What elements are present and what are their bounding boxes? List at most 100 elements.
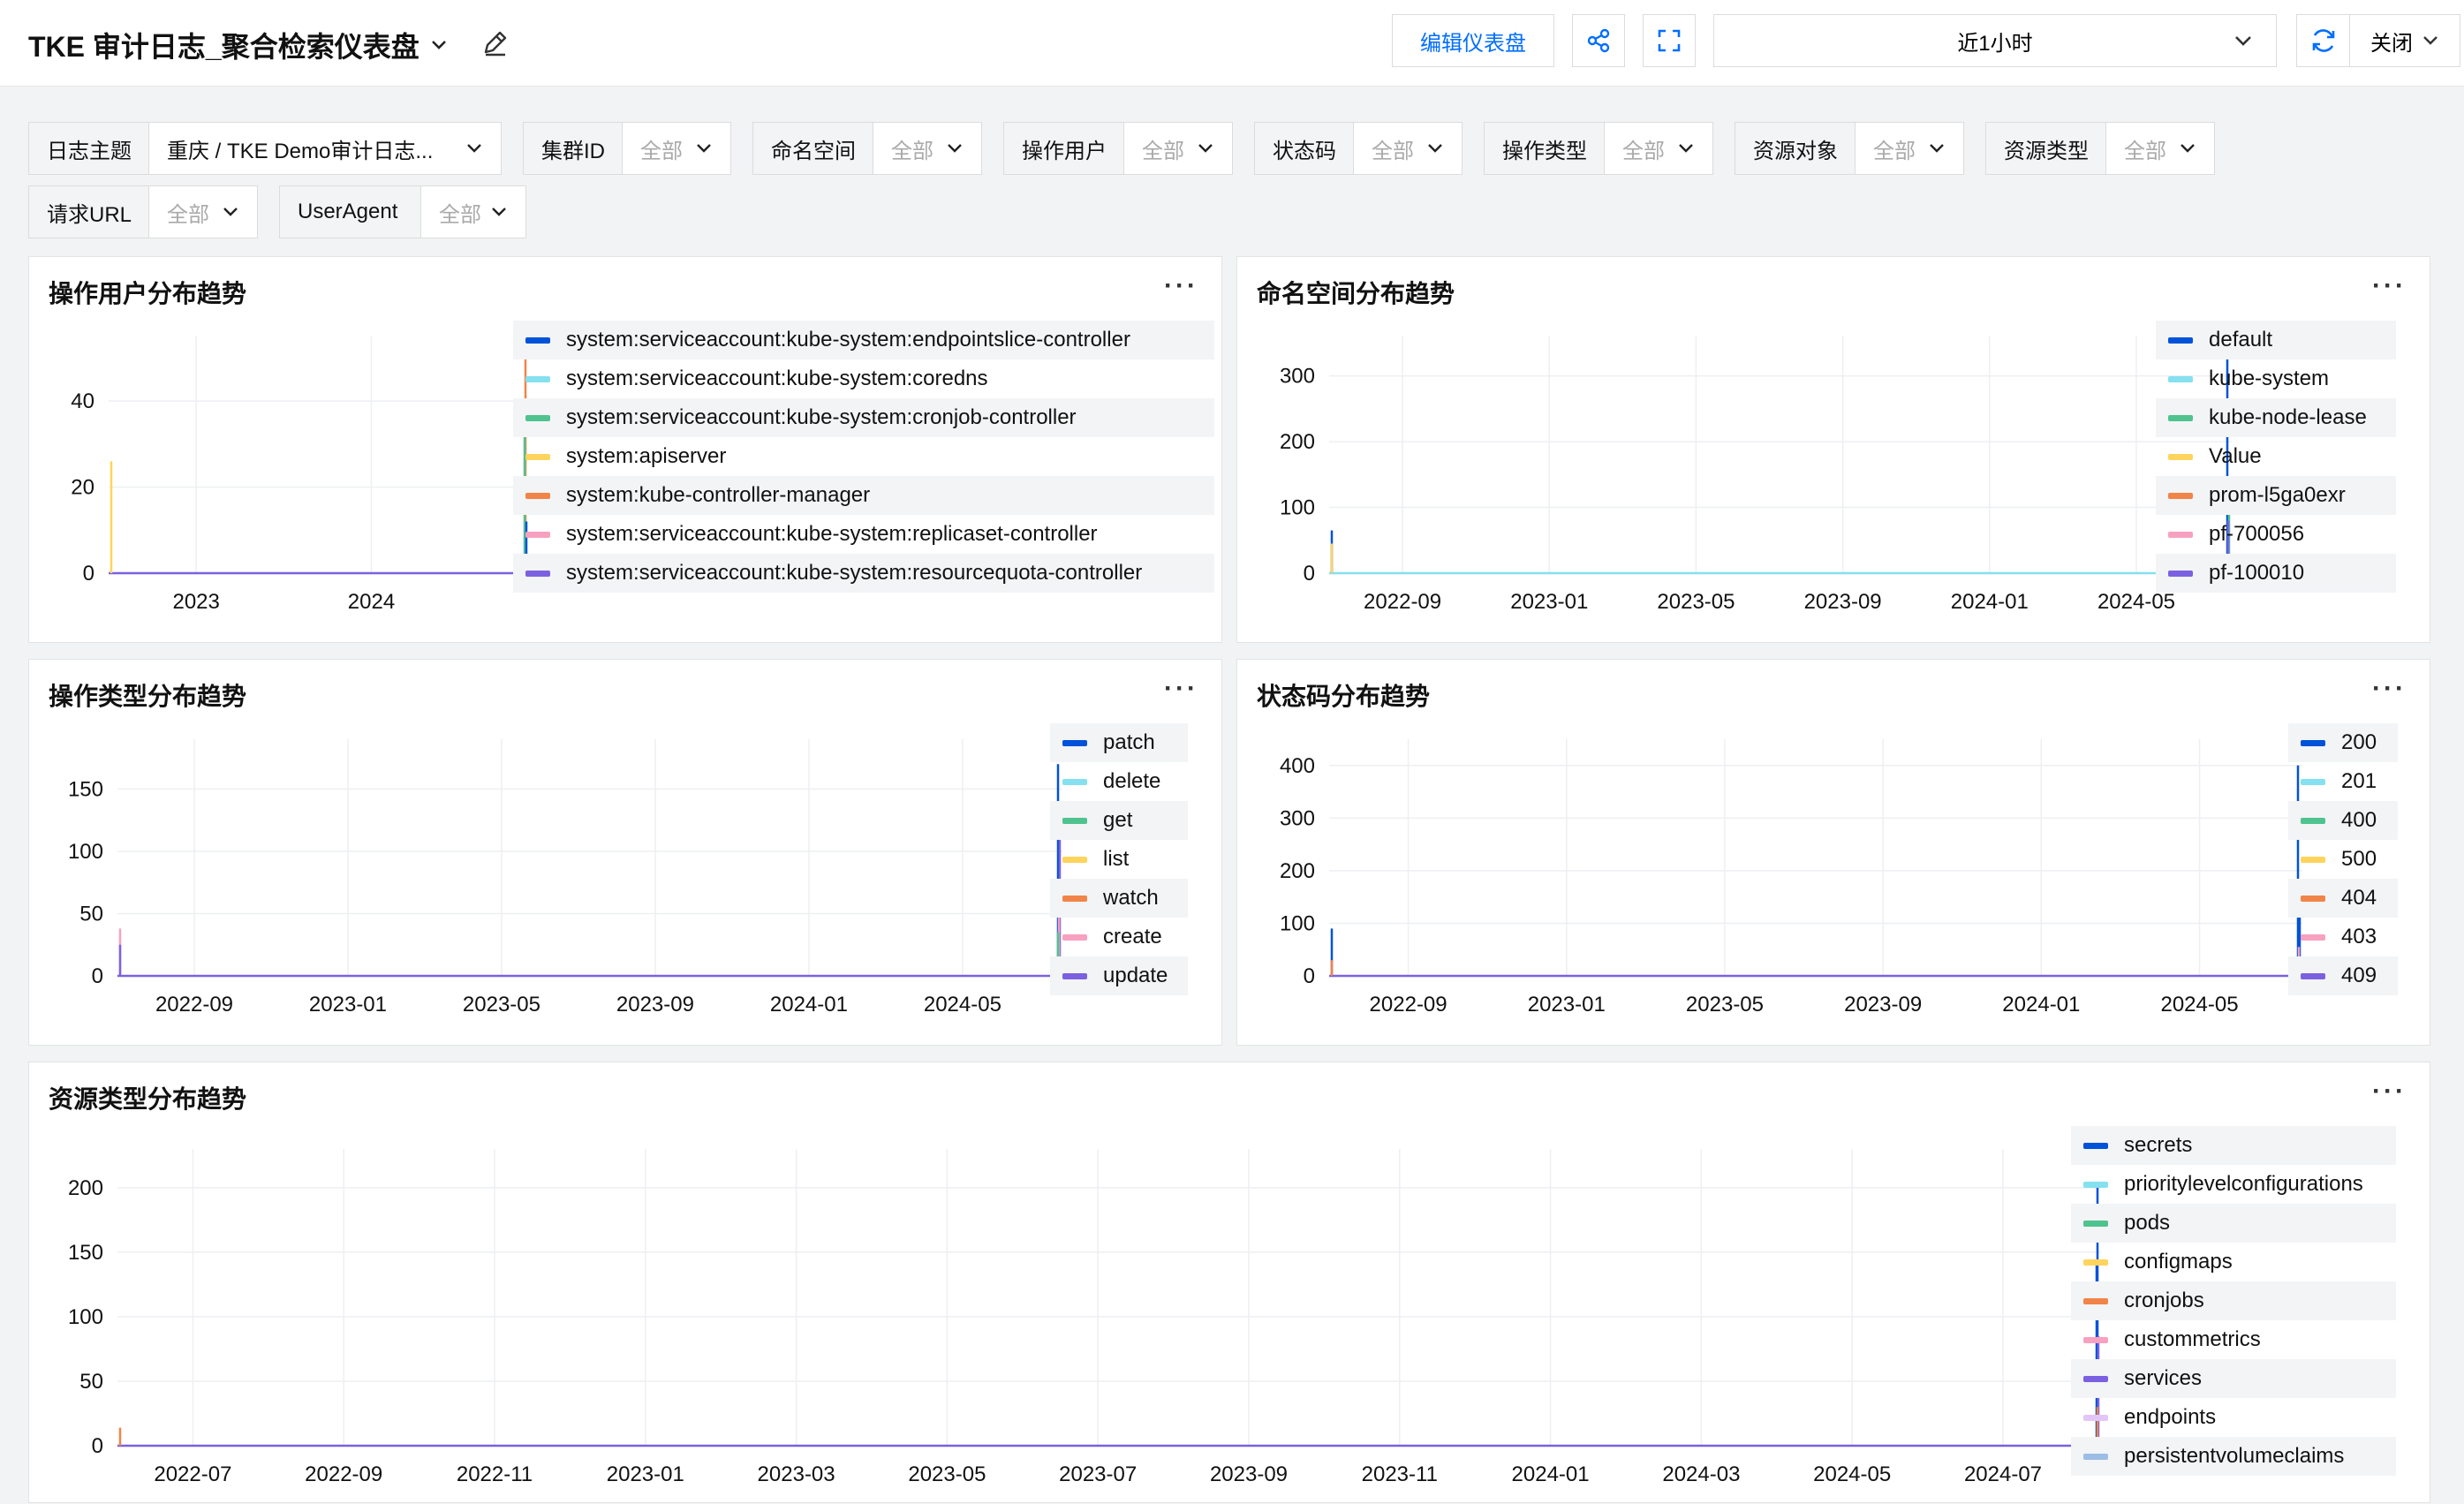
legend-item[interactable]: 409 xyxy=(2288,956,2398,995)
filter-3: 命名空间 全部 xyxy=(752,122,982,175)
refresh-button[interactable] xyxy=(2297,15,2350,66)
legend-item[interactable]: services xyxy=(2071,1359,2396,1398)
x-tick-label: 2023-05 xyxy=(1686,993,1764,1017)
filter-select[interactable]: 全部 xyxy=(873,123,981,174)
legend-item[interactable]: 500 xyxy=(2288,840,2398,879)
legend-item[interactable]: delete xyxy=(1050,762,1188,801)
legend-item[interactable]: secrets xyxy=(2071,1126,2396,1165)
legend-swatch xyxy=(2301,778,2325,785)
filter-4: 操作用户 全部 xyxy=(1003,122,1233,175)
legend-item[interactable]: system:serviceaccount:kube-system:cronjo… xyxy=(513,398,1214,437)
filter-label: 状态码 xyxy=(1255,123,1354,174)
y-tick-label: 0 xyxy=(92,1434,103,1458)
legend-item[interactable]: patch xyxy=(1050,723,1188,762)
y-tick-label: 150 xyxy=(68,1241,103,1265)
legend-item[interactable]: prioritylevelconfigurations xyxy=(2071,1165,2396,1204)
x-tick-label: 2024-01 xyxy=(770,993,848,1017)
x-tick-label: 2023-05 xyxy=(463,993,540,1017)
legend-item[interactable]: kube-node-lease xyxy=(2156,398,2396,437)
filter-select[interactable]: 全部 xyxy=(1605,123,1712,174)
filter-select[interactable]: 全部 xyxy=(149,186,257,238)
chevron-down-icon xyxy=(2181,144,2195,153)
x-tick-label: 2022-09 xyxy=(155,993,233,1017)
edit-dashboard-button[interactable]: 编辑仪表盘 xyxy=(1392,14,1554,67)
x-tick-label: 2022-09 xyxy=(1364,590,1441,614)
x-tick-label: 2024-05 xyxy=(2160,993,2238,1017)
legend-label: 500 xyxy=(2341,847,2377,871)
legend-item[interactable]: 200 xyxy=(2288,723,2398,762)
legend-item[interactable]: create xyxy=(1050,918,1188,956)
legend-item[interactable]: system:apiserver xyxy=(513,437,1214,476)
filter-select[interactable]: 全部 xyxy=(1354,123,1462,174)
legend-item[interactable]: 403 xyxy=(2288,918,2398,956)
x-tick-label: 2023-05 xyxy=(1657,590,1735,614)
chevron-down-icon xyxy=(223,208,238,216)
y-tick-label: 50 xyxy=(79,1370,103,1394)
legend-swatch xyxy=(525,492,550,499)
filter-1: 日志主题 重庆 / TKE Demo审计日志... xyxy=(28,122,502,175)
legend-item[interactable]: endpoints xyxy=(2071,1398,2396,1437)
y-tick-label: 100 xyxy=(1280,496,1315,520)
legend-swatch xyxy=(2083,1220,2108,1227)
legend-item[interactable]: get xyxy=(1050,801,1188,840)
legend-item[interactable]: list xyxy=(1050,840,1188,879)
legend-item[interactable]: pf-100010 xyxy=(2156,554,2396,593)
legend-item[interactable]: system:serviceaccount:kube-system:resour… xyxy=(513,554,1214,593)
legend-item[interactable]: system:kube-controller-manager xyxy=(513,476,1214,515)
filter-select[interactable]: 全部 xyxy=(2106,123,2214,174)
legend-swatch xyxy=(2301,739,2325,746)
legend-item[interactable]: persistentvolumeclaims xyxy=(2071,1437,2396,1476)
legend-item[interactable]: configmaps xyxy=(2071,1243,2396,1281)
legend-item[interactable]: cronjobs xyxy=(2071,1281,2396,1320)
legend-swatch xyxy=(1062,972,1087,979)
x-tick-label: 2024-07 xyxy=(1964,1462,2042,1486)
filter-select[interactable]: 全部 xyxy=(623,123,730,174)
chevron-down-icon xyxy=(697,144,711,153)
filter-5: 状态码 全部 xyxy=(1254,122,1463,175)
legend-item[interactable]: system:serviceaccount:kube-system:coredn… xyxy=(513,359,1214,398)
filter-value: 全部 xyxy=(167,202,209,227)
legend-item[interactable]: system:serviceaccount:kube-system:replic… xyxy=(513,515,1214,554)
filter-select[interactable]: 全部 xyxy=(1856,123,1963,174)
legend-swatch xyxy=(525,336,550,344)
legend-item[interactable]: pf-700056 xyxy=(2156,515,2396,554)
legend-item[interactable]: 404 xyxy=(2288,879,2398,918)
chart-canvas: 0 50 100 150 2022-09 2023-01 2023-05 2023-09 202… xyxy=(68,739,1062,1017)
filter-select[interactable]: 全部 xyxy=(421,186,525,238)
legend-item[interactable]: pods xyxy=(2071,1204,2396,1243)
chart-legend: secrets prioritylevelconfigurations pods co… xyxy=(2071,1126,2396,1476)
legend-item[interactable]: kube-system xyxy=(2156,359,2396,398)
legend-item[interactable]: Value xyxy=(2156,437,2396,476)
edit-title-icon[interactable] xyxy=(480,28,510,58)
time-range-select[interactable]: 近1小时 xyxy=(1713,14,2277,67)
y-tick-label: 0 xyxy=(83,562,94,586)
legend-item[interactable]: custommetrics xyxy=(2071,1320,2396,1359)
filter-label: 命名空间 xyxy=(753,123,873,174)
legend-item[interactable]: prom-l5ga0exr xyxy=(2156,476,2396,515)
auto-refresh-select[interactable]: 关闭 xyxy=(2350,26,2460,57)
legend-label: system:serviceaccount:kube-system:resour… xyxy=(566,561,1143,585)
x-tick-label: 2022-09 xyxy=(1370,993,1447,1017)
legend-item[interactable]: 201 xyxy=(2288,762,2398,801)
x-tick-label: 2022-07 xyxy=(154,1462,231,1486)
y-tick-label: 150 xyxy=(68,777,103,801)
panel-1: 操作用户分布趋势 ··· 0 20 40 2023 2024 system:serviceac… xyxy=(28,256,1222,643)
filter-select[interactable]: 重庆 / TKE Demo审计日志... xyxy=(149,123,501,174)
legend-item[interactable]: 400 xyxy=(2288,801,2398,840)
legend-label: cronjobs xyxy=(2124,1289,2204,1312)
legend-swatch xyxy=(2083,1258,2108,1266)
fullscreen-button[interactable] xyxy=(1643,14,1696,67)
share-button[interactable] xyxy=(1572,14,1625,67)
legend-item[interactable]: system:serviceaccount:kube-system:endpoi… xyxy=(513,321,1214,359)
legend-item[interactable]: update xyxy=(1050,956,1188,995)
legend-label: watch xyxy=(1103,886,1159,910)
legend-item[interactable]: watch xyxy=(1050,879,1188,918)
legend-label: 403 xyxy=(2341,925,2377,949)
legend-label: delete xyxy=(1103,769,1161,793)
filter-2: 集群ID 全部 xyxy=(523,122,731,175)
dashboard-title-dropdown[interactable]: TKE 审计日志_聚合检索仪表盘 xyxy=(28,25,448,65)
legend-item[interactable]: default xyxy=(2156,321,2396,359)
filter-select[interactable]: 全部 xyxy=(1124,123,1232,174)
chart-canvas: 0 100 200 300 400 2022-09 2023-01 2023-05 2023-0… xyxy=(1280,739,2302,1017)
legend-label: endpoints xyxy=(2124,1405,2217,1429)
